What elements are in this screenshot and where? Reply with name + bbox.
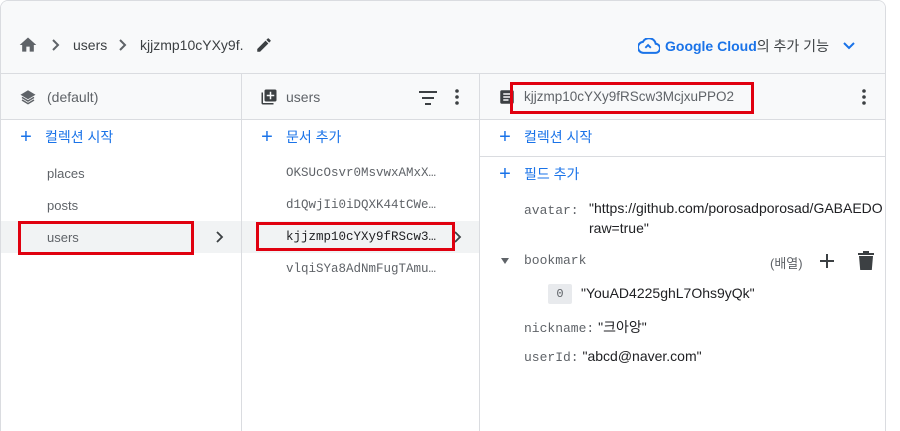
field-key-bookmark[interactable]: bookmark	[524, 253, 586, 268]
document-item[interactable]: OKSUcOsvr0MsvwxAMxX…	[242, 157, 479, 189]
more-vert-icon[interactable]	[448, 88, 466, 106]
plus-icon: +	[499, 163, 511, 185]
array-item-value[interactable]: "YouAD4225ghL7Ohs9yQk"	[581, 285, 755, 301]
chevron-right-icon	[52, 39, 60, 51]
field-value: "https://github.com/porosadporosad/GABAE…	[589, 200, 883, 216]
more-vert-icon[interactable]	[855, 88, 873, 106]
field-avatar[interactable]: avatar:	[524, 201, 579, 218]
collection-icon	[261, 89, 277, 105]
field-key: nickname:	[524, 321, 595, 336]
collection-panel-header: users	[242, 74, 479, 120]
google-cloud-suffix: 의 추가 기능	[756, 38, 829, 54]
divider	[480, 156, 885, 157]
start-collection-label: 컬렉션 시작	[45, 129, 114, 145]
plus-icon: +	[499, 126, 511, 148]
field-type-label: (배열)	[770, 256, 803, 271]
trash-icon[interactable]	[857, 251, 875, 271]
start-collection-button[interactable]: + 컬렉션 시작	[19, 125, 113, 149]
firestore-data-viewer: users kjjzmp10cYXy9f. Google Cloud 의 추가 …	[0, 0, 886, 431]
add-array-item-icon[interactable]	[818, 252, 836, 270]
chevron-right-icon	[216, 231, 224, 243]
field-value-continued: raw=true"	[589, 220, 649, 236]
collection-panel-title: users	[286, 89, 321, 105]
array-index-badge: 0	[548, 284, 572, 304]
add-field-button[interactable]: + 필드 추가	[498, 162, 579, 186]
root-panel-header: (default)	[1, 74, 241, 120]
add-field-label: 필드 추가	[524, 166, 580, 182]
add-document-label: 문서 추가	[286, 129, 342, 145]
highlight-box-document	[256, 222, 455, 251]
document-id: OKSUcOsvr0MsvwxAMxX…	[286, 166, 437, 180]
breadcrumb-users[interactable]: users	[73, 37, 107, 53]
chevron-down-icon	[843, 42, 855, 50]
root-panel-title: (default)	[47, 89, 99, 105]
top-bar: users kjjzmp10cYXy9f. Google Cloud 의 추가 …	[1, 1, 885, 74]
collection-panel: users + 문서 추가 OKSUcOsvr0MsvwxAMxX… d1Qwj…	[242, 74, 480, 431]
collection-item-posts[interactable]: posts	[1, 189, 241, 221]
collapse-caret-icon[interactable]	[500, 257, 510, 265]
breadcrumb-document[interactable]: kjjzmp10cYXy9f.	[140, 37, 243, 53]
field-value: "abcd@naver.com"	[582, 348, 702, 364]
highlight-box-users	[18, 221, 194, 255]
chevron-right-icon	[119, 39, 127, 51]
cloud-icon	[638, 38, 660, 54]
field-userId[interactable]: userId: "abcd@naver.com"	[524, 348, 702, 365]
home-icon[interactable]	[18, 35, 38, 55]
collection-label: posts	[47, 197, 79, 213]
field-key: avatar:	[524, 203, 579, 218]
plus-icon: +	[261, 126, 273, 148]
start-subcollection-button[interactable]: + 컬렉션 시작	[498, 125, 592, 149]
pencil-icon[interactable]	[255, 36, 273, 54]
document-item[interactable]: vlqiSYa8AdNmFugTAmu…	[242, 253, 479, 285]
google-cloud-extensions-button[interactable]: Google Cloud 의 추가 기능	[638, 35, 857, 57]
document-id: d1QwjIi0iDQXK44tCWe…	[286, 198, 437, 212]
collection-label: places	[47, 165, 85, 181]
document-item[interactable]: d1QwjIi0iDQXK44tCWe…	[242, 189, 479, 221]
google-cloud-label: Google Cloud	[665, 38, 757, 54]
database-stack-icon	[20, 90, 36, 105]
collection-item-places[interactable]: places	[1, 157, 241, 189]
plus-icon: +	[20, 126, 32, 148]
field-nickname[interactable]: nickname: "크아앙"	[524, 317, 647, 337]
document-id: vlqiSYa8AdNmFugTAmu…	[286, 262, 437, 276]
field-value: "크아앙"	[598, 319, 647, 335]
filter-icon[interactable]	[418, 90, 438, 106]
highlight-box-doc-title	[510, 82, 754, 114]
field-key: userId:	[524, 350, 579, 365]
add-document-button[interactable]: + 문서 추가	[260, 125, 341, 149]
start-subcollection-label: 컬렉션 시작	[524, 129, 593, 145]
